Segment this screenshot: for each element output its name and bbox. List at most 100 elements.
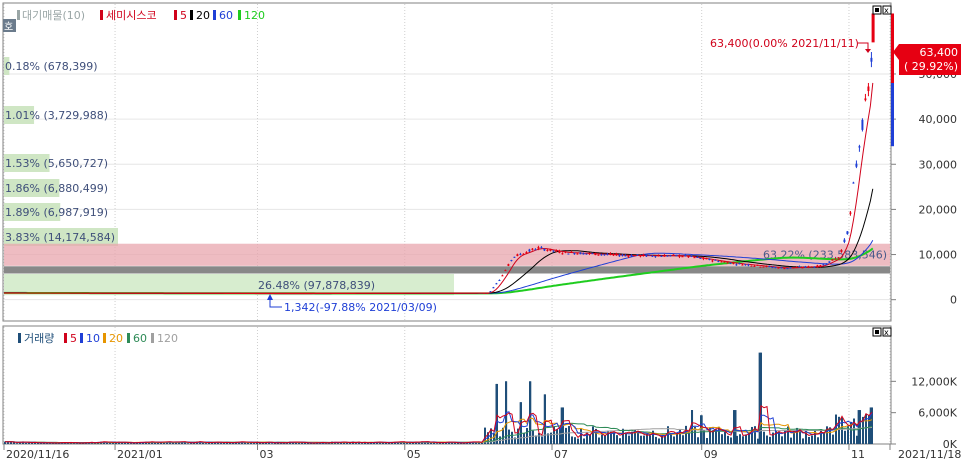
volume-bar: [94, 443, 96, 444]
candle-body: [585, 253, 588, 255]
volume-bar: [571, 436, 573, 444]
candle-body: [486, 292, 489, 294]
candle-body: [744, 264, 747, 266]
candle-body: [846, 231, 849, 235]
candle-body: [828, 261, 831, 263]
volume-bar: [430, 442, 432, 444]
volume-bar: [742, 436, 744, 444]
candle-body: [786, 268, 789, 270]
candle-body: [780, 267, 783, 269]
candle-body: [699, 257, 702, 259]
price-axis-label: 10,000: [919, 249, 958, 262]
candle-body: [747, 264, 750, 266]
candle-body: [795, 267, 798, 269]
candle-body: [537, 247, 540, 249]
volume-bar: [811, 435, 813, 444]
candle-body: [870, 57, 873, 62]
candle-body: [738, 263, 741, 265]
volume-bar: [724, 431, 726, 444]
volume-bar: [205, 443, 207, 444]
volume-axis-label: 12,000K: [911, 375, 957, 388]
volume-bar: [745, 434, 747, 444]
candle-body: [768, 265, 771, 267]
volume-profile-bar: [4, 266, 890, 274]
candle-body: [864, 98, 867, 101]
current-price-change: ( 29.92%): [904, 60, 958, 73]
volume-bar: [583, 438, 585, 444]
candle-body: [624, 255, 627, 257]
volume-bar: [751, 426, 753, 444]
legend-maemul: 대기매물(10): [22, 9, 85, 22]
candle-body: [525, 252, 528, 254]
volume-bar: [682, 435, 684, 444]
volume-bar: [758, 352, 761, 444]
vol-legend-swatch-ma20: [103, 333, 106, 343]
volume-bar: [586, 432, 588, 444]
candle-body: [666, 255, 669, 257]
volume-bar: [808, 436, 810, 444]
volume-bar: [637, 431, 639, 444]
volume-bar: [568, 426, 570, 444]
low-price-annotation: 1,342(-97.88% 2021/03/09): [284, 301, 437, 314]
candle-body: [549, 248, 552, 251]
candle-body: [831, 258, 834, 261]
candle-body: [858, 146, 861, 148]
volume-bar: [616, 435, 618, 444]
volume-bar: [730, 437, 732, 444]
candle-body: [642, 254, 645, 257]
volume-bar: [436, 443, 438, 444]
vol-legend-swatch-ma60: [127, 333, 130, 343]
candle-body: [867, 86, 870, 92]
legend-swatch-maemul: [17, 10, 20, 20]
vol-legend-ma5: 5: [70, 332, 77, 345]
volume-bar: [604, 434, 606, 444]
volume-bar: [589, 434, 591, 444]
volume-bar: [25, 443, 27, 444]
candle-body: [684, 254, 687, 256]
volume-bar: [76, 443, 78, 444]
volume-bar: [574, 437, 576, 444]
candle-body: [726, 262, 729, 264]
volume-bar: [734, 410, 737, 444]
volume-bar: [202, 442, 204, 444]
volume-bar: [706, 437, 708, 444]
candle-body: [849, 212, 852, 214]
candle-body: [807, 266, 810, 268]
volume-bar: [577, 438, 579, 444]
candle-body: [516, 254, 519, 256]
candle-body: [819, 265, 822, 267]
volume-bar: [841, 417, 843, 444]
candle-body: [771, 267, 774, 269]
volume-bar: [799, 430, 801, 444]
volume-bar: [130, 443, 132, 444]
candle-body: [501, 275, 504, 277]
price-axis-label: 30,000: [919, 158, 958, 171]
candle-body: [513, 256, 516, 258]
candle-body: [729, 262, 732, 264]
candle-body: [600, 254, 603, 256]
volume-bar: [543, 394, 546, 444]
candle-body: [675, 255, 678, 257]
volume-profile-label: 26.48% (97,878,839): [258, 279, 375, 292]
candle-body: [639, 255, 642, 257]
candle-body: [561, 253, 564, 255]
vol-legend-ma10: 10: [86, 332, 100, 345]
volume-bar: [406, 443, 408, 444]
candle-body: [693, 257, 696, 259]
candle-body: [504, 270, 507, 272]
legend-stock-name: 세미시스코: [106, 9, 157, 22]
candle-body: [660, 255, 663, 257]
volume-profile-label: 1.01% (3,729,988): [5, 109, 108, 122]
candle-body: [558, 251, 561, 253]
candle-body: [621, 254, 624, 256]
candle-body: [798, 266, 801, 268]
volume-bar: [355, 443, 357, 444]
volume-bar: [628, 435, 630, 444]
candle-body: [522, 253, 525, 255]
volume-profile-label: 1.89% (6,987,919): [5, 206, 108, 219]
volume-bar: [280, 442, 282, 444]
candle-body: [579, 252, 582, 255]
candle-body: [555, 250, 558, 252]
vol-legend-ma120: 120: [157, 332, 178, 345]
volume-bar: [523, 433, 525, 444]
